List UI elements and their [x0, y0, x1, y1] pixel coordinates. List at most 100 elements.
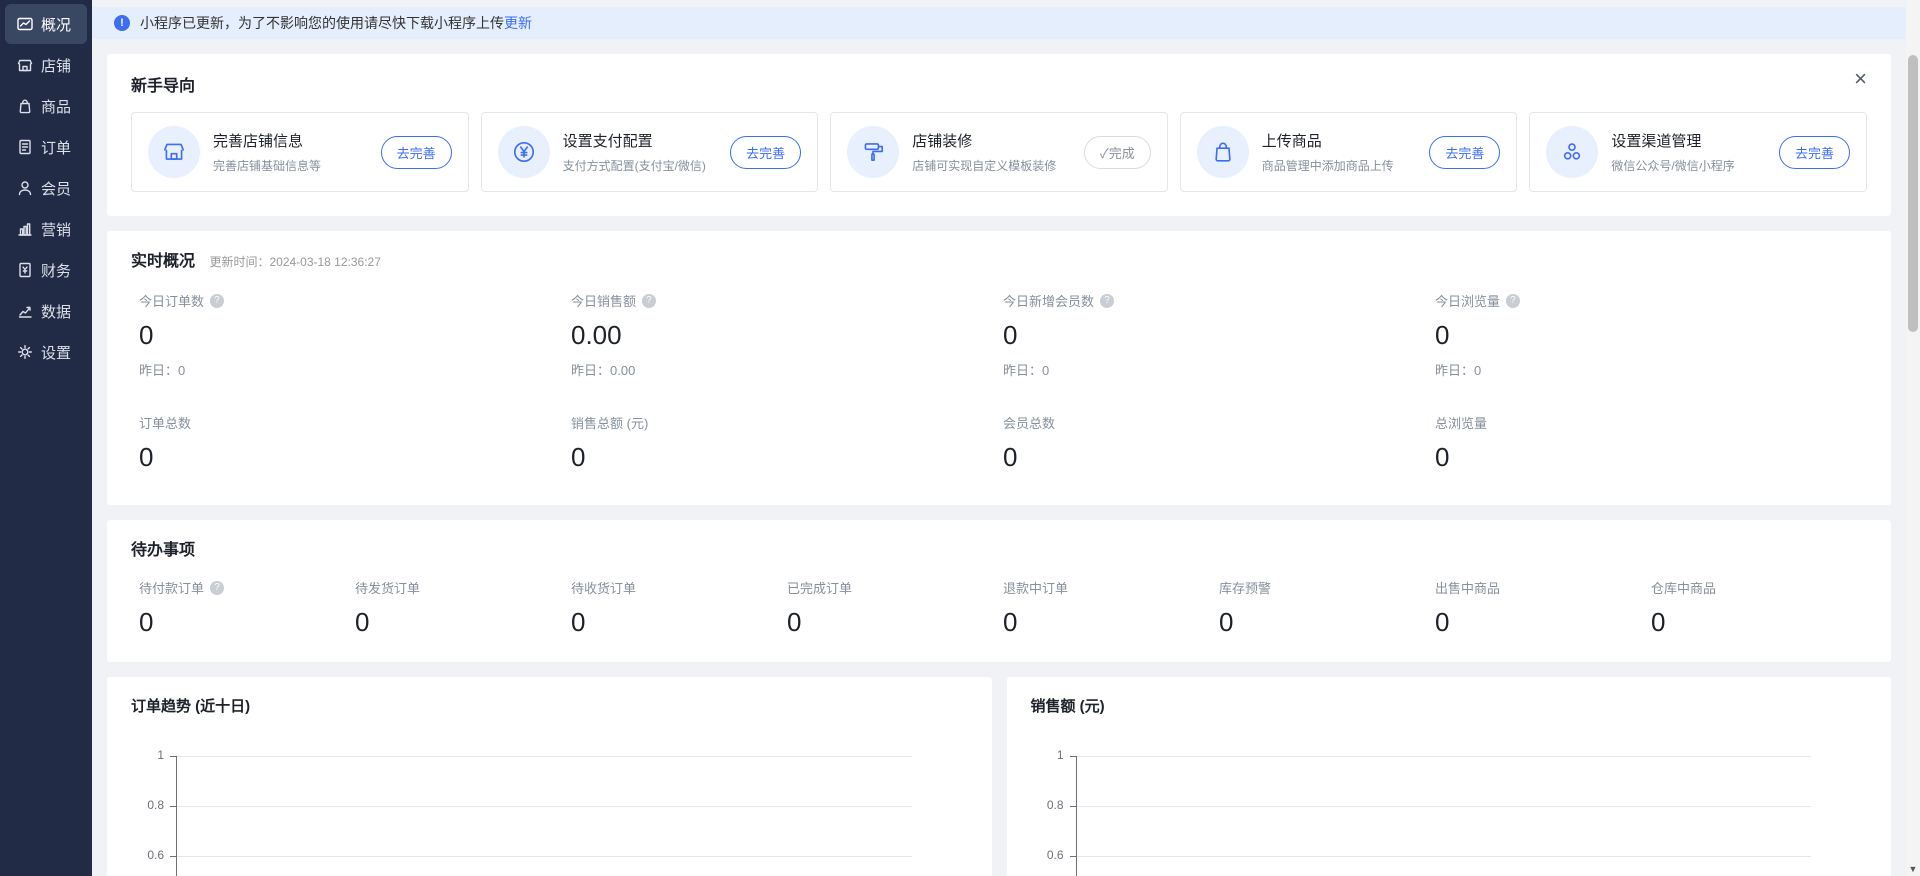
main-area: ! 小程序已更新，为了不影响您的使用请尽快下载小程序上传 更新 新手导向 × 完… — [92, 0, 1906, 876]
stat-value: 0.00 — [571, 320, 1003, 351]
info-icon: ! — [114, 15, 130, 31]
todo-pending-payment: 待付款订单? 0 — [139, 578, 355, 638]
marketing-icon — [16, 220, 34, 238]
todo-title: 待办事项 — [131, 536, 195, 560]
guide-card-decoration: 店铺装修 店铺可实现自定义模板装修 ✓完成 — [830, 112, 1168, 192]
go-complete-button[interactable]: 去完善 — [1429, 136, 1500, 169]
sidebar: 概况 店铺 商品 订单 会员 营销 财务 数据 — [0, 0, 92, 876]
sidebar-item-label: 会员 — [41, 178, 71, 199]
member-icon — [16, 179, 34, 197]
help-icon[interactable]: ? — [210, 294, 224, 308]
stat-value: 0 — [1435, 442, 1867, 473]
shopping-bag-icon — [1210, 139, 1236, 165]
sidebar-item-label: 商品 — [41, 96, 71, 117]
todo-pending-receipt: 待收货订单 0 — [571, 578, 787, 638]
guide-card-payment: 设置支付配置 支付方式配置(支付宝/微信) 去完善 — [481, 112, 819, 192]
chart-title: 销售额 (元) — [1031, 695, 1868, 716]
guide-title: 新手导向 — [131, 72, 195, 96]
stat-value: 0 — [1435, 320, 1867, 351]
todo-value: 0 — [787, 607, 1003, 638]
guide-cards: 完善店铺信息 完善店铺基础信息等 去完善 设置支付配置 支付方式配置(支付宝/微… — [131, 112, 1867, 192]
sidebar-item-goods[interactable]: 商品 — [5, 86, 87, 126]
todo-items: 待付款订单? 0 待发货订单 0 待收货订单 0 已完成订单 0 — [131, 578, 1867, 638]
todo-value: 0 — [1651, 607, 1867, 638]
sidebar-item-shop[interactable]: 店铺 — [5, 45, 87, 85]
todo-value: 0 — [571, 607, 787, 638]
sidebar-item-label: 概况 — [41, 14, 71, 35]
todo-refunding-orders: 退款中订单 0 — [1003, 578, 1219, 638]
sales-chart: 10.80.60.40.20 — [1031, 756, 1812, 876]
go-complete-button[interactable]: 去完善 — [730, 136, 801, 169]
todo-value: 0 — [1219, 607, 1435, 638]
goods-icon — [16, 97, 34, 115]
sidebar-item-settings[interactable]: 设置 — [5, 332, 87, 372]
help-icon[interactable]: ? — [642, 294, 656, 308]
stat-total-orders: 订单总数 0 — [139, 413, 571, 473]
sales-chart-panel: 销售额 (元) 10.80.60.40.20 — [1007, 677, 1892, 876]
stat-total-members: 会员总数 0 — [1003, 413, 1435, 473]
todo-pending-shipment: 待发货订单 0 — [355, 578, 571, 638]
chart-title: 订单趋势 (近十日) — [131, 695, 968, 716]
help-icon[interactable]: ? — [1506, 294, 1520, 308]
sidebar-item-label: 营销 — [41, 219, 71, 240]
stat-value: 0 — [1003, 320, 1435, 351]
vertical-scrollbar[interactable]: ▼ — [1906, 0, 1920, 876]
paint-roller-icon — [860, 139, 886, 165]
finance-icon — [16, 261, 34, 279]
sidebar-item-label: 设置 — [41, 342, 71, 363]
sidebar-item-label: 财务 — [41, 260, 71, 281]
sidebar-item-data[interactable]: 数据 — [5, 291, 87, 331]
todo-warehouse-goods: 仓库中商品 0 — [1651, 578, 1867, 638]
scrollbar-thumb[interactable] — [1908, 55, 1918, 332]
guide-card-shop-info: 完善店铺信息 完善店铺基础信息等 去完善 — [131, 112, 469, 192]
order-trend-chart: 10.80.60.40.20 — [131, 756, 912, 876]
sidebar-item-finance[interactable]: 财务 — [5, 250, 87, 290]
guide-card-channels: 设置渠道管理 微信公众号/微信小程序 去完善 — [1529, 112, 1867, 192]
guide-card-title: 店铺装修 — [912, 130, 1071, 151]
yen-circle-icon — [511, 139, 537, 165]
close-icon[interactable]: × — [1854, 68, 1867, 90]
settings-icon — [16, 343, 34, 361]
stat-total-sales: 销售总额 (元) 0 — [571, 413, 1003, 473]
sidebar-item-marketing[interactable]: 营销 — [5, 209, 87, 249]
todo-completed-orders: 已完成订单 0 — [787, 578, 1003, 638]
stat-value: 0 — [571, 442, 1003, 473]
todo-stock-warning: 库存预警 0 — [1219, 578, 1435, 638]
notification-bar: ! 小程序已更新，为了不影响您的使用请尽快下载小程序上传 更新 — [92, 7, 1906, 39]
update-link[interactable]: 更新 — [504, 13, 532, 33]
guide-card-subtitle: 微信公众号/微信小程序 — [1611, 157, 1766, 174]
order-icon — [16, 138, 34, 156]
sidebar-item-orders[interactable]: 订单 — [5, 127, 87, 167]
data-icon — [16, 302, 34, 320]
sidebar-item-members[interactable]: 会员 — [5, 168, 87, 208]
guide-card-title: 完善店铺信息 — [213, 130, 368, 151]
guide-card-upload-goods: 上传商品 商品管理中添加商品上传 去完善 — [1180, 112, 1518, 192]
stat-yesterday: 昨日：0.00 — [571, 360, 1003, 379]
scrollbar-down-arrow[interactable]: ▼ — [1906, 864, 1920, 874]
help-icon[interactable]: ? — [210, 581, 224, 595]
go-complete-button[interactable]: 去完善 — [1779, 136, 1850, 169]
stat-total-pageviews: 总浏览量 0 — [1435, 413, 1867, 473]
help-icon[interactable]: ? — [1100, 294, 1114, 308]
guide-card-title: 上传商品 — [1262, 130, 1417, 151]
sidebar-item-label: 数据 — [41, 301, 71, 322]
guide-card-title: 设置支付配置 — [563, 130, 718, 151]
update-time: 更新时间：2024-03-18 12:36:27 — [209, 255, 380, 269]
go-complete-button[interactable]: 去完善 — [381, 136, 452, 169]
dashboard-app: 概况 店铺 商品 订单 会员 营销 财务 数据 — [0, 0, 1920, 876]
stat-today-pageviews: 今日浏览量? 0 昨日：0 — [1435, 291, 1867, 379]
storefront-icon — [161, 139, 187, 165]
stat-yesterday: 昨日：0 — [139, 360, 571, 379]
stat-yesterday: 昨日：0 — [1435, 360, 1867, 379]
guide-card-subtitle: 支付方式配置(支付宝/微信) — [563, 157, 718, 174]
notification-text: 小程序已更新，为了不影响您的使用请尽快下载小程序上传 — [140, 13, 504, 33]
overview-icon — [16, 15, 34, 33]
stat-value: 0 — [139, 442, 571, 473]
realtime-title: 实时概况 — [131, 247, 195, 271]
realtime-overview-panel: 实时概况 更新时间：2024-03-18 12:36:27 今日订单数? 0 昨… — [107, 231, 1891, 505]
sidebar-item-overview[interactable]: 概况 — [5, 4, 87, 44]
todo-value: 0 — [1003, 607, 1219, 638]
realtime-stats: 今日订单数? 0 昨日：0 今日销售额? 0.00 昨日：0.00 今日新增会员… — [131, 291, 1867, 473]
done-button[interactable]: ✓完成 — [1084, 136, 1151, 169]
check-icon: ✓ — [1100, 146, 1109, 161]
